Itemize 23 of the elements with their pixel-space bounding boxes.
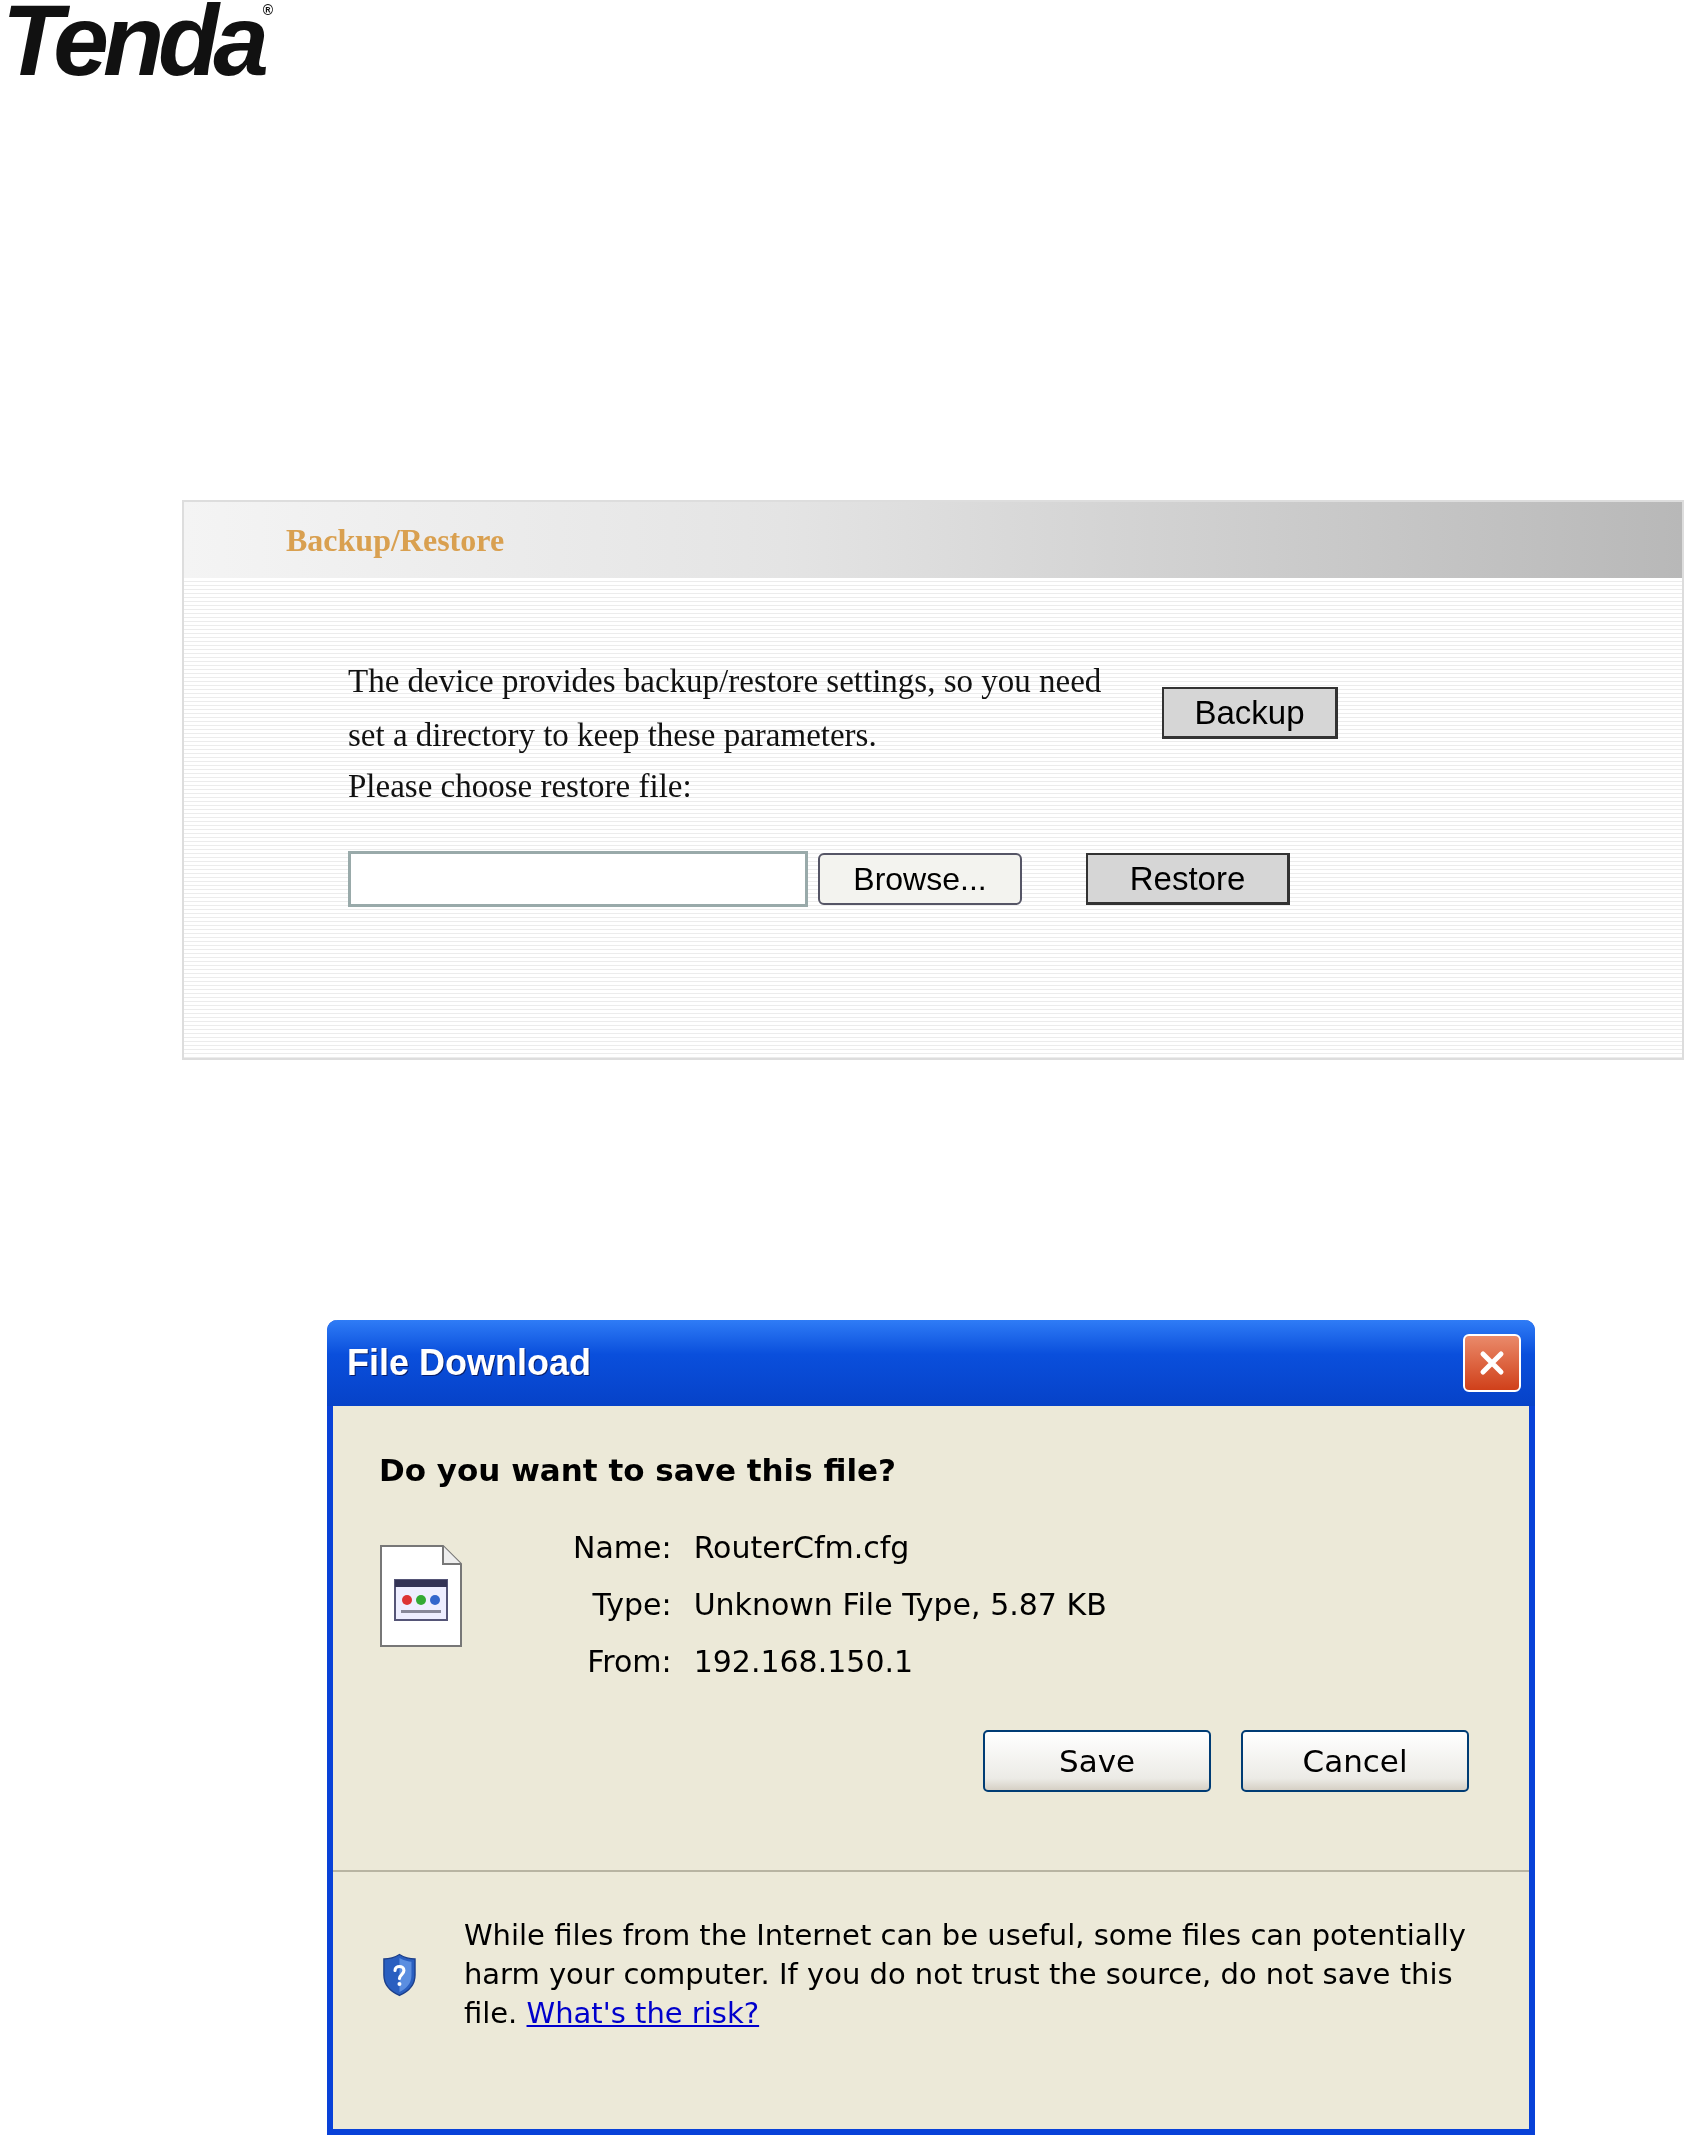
logo: Tenda$^{®}$ bbox=[1, 0, 274, 80]
detail-label: From: bbox=[586, 1644, 672, 1679]
warning-text: While files from the Internet can be useful, some files can potentially harm your computer. If you do not trust the source, do not save this file. What's the risk? bbox=[463, 1917, 1467, 2032]
detail-value: RouterCfm.cfg bbox=[693, 1530, 911, 1565]
window-title: File Download bbox=[347, 1342, 591, 1384]
question-text: Do you want to save this file? bbox=[379, 1452, 898, 1488]
close-button[interactable] bbox=[1463, 1334, 1521, 1392]
detail-label: Type: bbox=[591, 1587, 672, 1622]
trademark-mark: ® bbox=[262, 2, 274, 18]
restore-label: Please choose restore file: bbox=[348, 768, 693, 805]
file-icon bbox=[379, 1544, 463, 1648]
browse-button[interactable]: Browse... bbox=[818, 853, 1022, 905]
restore-button[interactable]: Restore bbox=[1086, 853, 1290, 905]
dialog-button[interactable]: Cancel bbox=[1241, 1730, 1469, 1792]
dialog-button[interactable]: Save bbox=[983, 1730, 1211, 1792]
backup-button[interactable]: Backup bbox=[1162, 687, 1338, 739]
detail-label: Name: bbox=[573, 1530, 672, 1565]
description-text: The device provides backup/restore settings, so you need set a directory to keep these parameters. bbox=[348, 662, 1103, 755]
detail-value: Unknown File Type, 5.87 KB bbox=[693, 1587, 1107, 1622]
detail-value: 192.168.150.1 bbox=[693, 1644, 915, 1679]
panel-title: Backup/Restore bbox=[286, 521, 505, 559]
risk-link[interactable]: What's the risk? bbox=[526, 1996, 760, 2030]
file-path-field[interactable] bbox=[348, 851, 808, 907]
